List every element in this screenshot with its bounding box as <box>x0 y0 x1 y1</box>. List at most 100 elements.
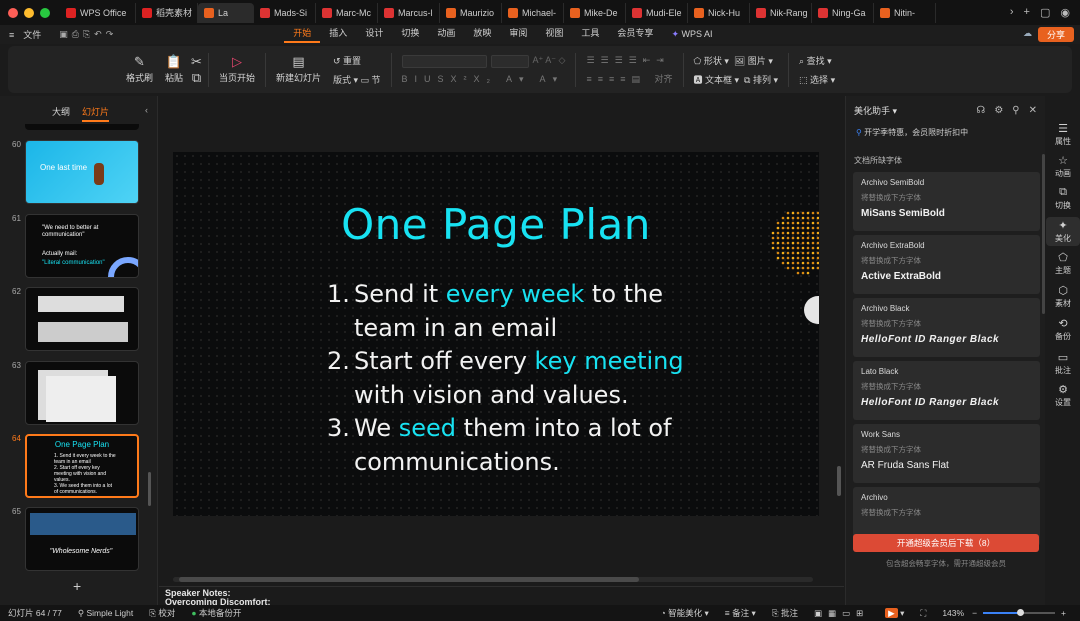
notes-toggle-button[interactable]: ≡ 备注 ▾ <box>717 607 764 619</box>
panel-scrollbar[interactable] <box>1042 154 1045 314</box>
font-family-select[interactable] <box>401 54 487 68</box>
menu-4[interactable]: 动画 <box>428 26 464 43</box>
maximize-window-button[interactable] <box>40 7 50 18</box>
slide-thumbnail-59-edge[interactable] <box>25 124 139 130</box>
speaker-notes[interactable]: Speaker Notes: Overcoming Discomfort: <box>159 586 844 606</box>
zoom-out-button[interactable]: − <box>972 608 977 618</box>
font-replacement-card[interactable]: Work Sans 将替换成下方字体 AR Fruda Sans Flat <box>853 424 1040 483</box>
tab-11[interactable]: Nik-Rang <box>750 2 812 23</box>
slide-body-list[interactable]: 1. Send it every week to the team in an e… <box>327 278 707 479</box>
sidebar-item-2[interactable]: ⧉ 切换 <box>1046 184 1080 213</box>
scroll-thumb[interactable] <box>179 577 639 582</box>
proofread-button[interactable]: ⎘ 校对 <box>141 607 183 619</box>
tab-0[interactable]: WPS Office <box>60 2 136 23</box>
tab-8[interactable]: Mike-De <box>564 2 626 23</box>
gear-icon[interactable]: ⚙ <box>994 105 1003 116</box>
zoom-in-button[interactable]: + <box>1061 608 1080 618</box>
layout-button[interactable]: 版式 ▾ ▭ 节 <box>333 73 381 86</box>
sidebar-item-1[interactable]: ☆ 动画 <box>1046 152 1080 181</box>
horizontal-scrollbar[interactable] <box>173 577 813 582</box>
tab-3[interactable]: Mads-Si <box>254 2 316 23</box>
tab-scroll-right-icon[interactable]: › <box>1010 6 1014 19</box>
avatar[interactable]: ◉ <box>1060 6 1070 19</box>
tab-2[interactable]: La <box>198 2 254 23</box>
menu-6[interactable]: 审阅 <box>500 26 536 43</box>
zoom-handle[interactable] <box>1017 609 1025 616</box>
reset-button[interactable]: ↺ 重置 <box>333 54 381 67</box>
list-buttons[interactable]: ☰☰☰☰⇤⇥ <box>586 55 672 66</box>
sidebar-item-6[interactable]: ⟲ 备份 <box>1046 315 1080 344</box>
slideshow-button[interactable]: ▶ ▾ <box>877 607 912 619</box>
sidebar-item-5[interactable]: ⬡ 素材 <box>1046 282 1080 311</box>
thumbnail-scrollbar[interactable] <box>148 472 151 506</box>
new-slide-button[interactable]: ▤ 新建幻灯片 <box>270 50 327 90</box>
font-replacement-card[interactable]: Archivo SemiBold 将替换成下方字体 MiSans SemiBold <box>853 172 1040 231</box>
backup-status[interactable]: ● 本地备份开 <box>183 607 249 619</box>
share-button[interactable]: 分享 <box>1038 27 1074 42</box>
font-grow-icon[interactable]: A⁺ A⁻ ◇ <box>533 55 566 68</box>
slide-thumbnail-64[interactable]: One Page Plan 1. Send it every week to t… <box>25 434 139 498</box>
font-replacement-card[interactable]: Archivo ExtraBold 将替换成下方字体 Active ExtraBol… <box>853 235 1040 294</box>
collapse-panel-icon[interactable]: ‹ <box>145 105 148 122</box>
slide-thumbnail-65[interactable]: "Wholesome Nerds" <box>25 507 139 571</box>
pin-icon[interactable]: ⚲ <box>1012 105 1019 116</box>
tab-13[interactable]: Nitin- <box>874 2 936 23</box>
tab-1[interactable]: 稻壳素材 <box>136 2 198 23</box>
vertical-scrollbar[interactable] <box>837 466 841 496</box>
download-fonts-button[interactable]: 开通超级会员后下载（8） <box>853 534 1039 552</box>
textbox-button[interactable]: 🅰 文本框 ▾ ⧉ 排列 ▾ <box>694 73 779 86</box>
slide-thumbnail-62[interactable] <box>25 287 139 351</box>
menu-file[interactable]: 文件 <box>23 28 50 41</box>
paste-button[interactable]: 📋 粘贴 <box>159 50 189 90</box>
menu-8[interactable]: 工具 <box>572 26 608 43</box>
select-button[interactable]: ⬚ 选择 ▾ <box>799 73 835 86</box>
theme-indicator[interactable]: ⚲ Simple Light <box>70 608 141 619</box>
format-painter-button[interactable]: ✎ 格式刷 <box>120 50 159 90</box>
new-tab-icon[interactable]: + <box>1024 6 1030 19</box>
tab-10[interactable]: Nick-Hu <box>688 2 750 23</box>
tab-5[interactable]: Marcus-l <box>378 2 440 23</box>
panel-title[interactable]: 美化助手 ▾ <box>854 104 897 117</box>
font-replacement-card[interactable]: Lato Black 将替换成下方字体 HelloFont ID Ranger Bl… <box>853 361 1040 420</box>
font-replacement-card[interactable]: Archivo Black 将替换成下方字体 HelloFont ID Ranger… <box>853 298 1040 357</box>
view-mode-buttons[interactable]: ▣▦▭⊞ <box>806 608 877 619</box>
sidebar-item-7[interactable]: ▭ 批注 <box>1046 349 1080 378</box>
tab-12[interactable]: Ning-Ga <box>812 2 874 23</box>
menu-0[interactable]: 开始 <box>284 26 321 43</box>
font-size-select[interactable] <box>490 54 529 68</box>
tab-7[interactable]: Michael- <box>502 2 564 23</box>
menu-7[interactable]: 视图 <box>536 26 572 43</box>
zoom-level[interactable]: 143% <box>934 608 972 618</box>
cloud-icon[interactable]: ☁ <box>1023 28 1032 39</box>
smart-beautify-button[interactable]: ◔ 智能美化 ▾ <box>653 607 717 619</box>
font-style-buttons[interactable]: BIUSX²X₂ A▾ A▾ <box>402 74 566 85</box>
play-from-current-button[interactable]: ▷ 当页开始 <box>213 50 261 90</box>
close-icon[interactable]: ✕ <box>1029 105 1037 116</box>
slide-thumbnail-60[interactable]: One last time <box>25 140 139 204</box>
slide-thumbnail-63[interactable] <box>25 361 139 425</box>
quick-access-icons[interactable]: ▣⎙⎘↶↷ <box>50 29 126 40</box>
tab-slides[interactable]: 幻灯片 <box>82 105 110 122</box>
fit-window-icon[interactable]: ⛶ <box>912 608 934 619</box>
sidebar-item-3[interactable]: ✦ 美化 <box>1046 217 1080 246</box>
menu-1[interactable]: 插入 <box>320 26 356 43</box>
menu-5[interactable]: 放映 <box>464 26 500 43</box>
tab-4[interactable]: Marc-Mc <box>316 2 378 23</box>
comments-toggle-button[interactable]: ⎘ 批注 <box>764 607 806 619</box>
cut-copy-buttons[interactable]: ✂ ⧉ <box>189 50 204 90</box>
wps-ai-menu[interactable]: ✦ WPS AI <box>662 29 721 40</box>
slide-thumbnail-61[interactable]: "We need to better at communication" Act… <box>25 214 139 278</box>
tab-outline[interactable]: 大纲 <box>52 105 70 122</box>
sidebar-item-8[interactable]: ⚙ 设置 <box>1046 381 1080 410</box>
find-button[interactable]: ⌕ 查找 ▾ <box>799 54 835 67</box>
sidebar-item-0[interactable]: ☰ 属性 <box>1046 120 1080 149</box>
headset-icon[interactable]: ☊ <box>976 105 985 116</box>
sidebar-item-4[interactable]: ⬠ 主题 <box>1046 249 1080 278</box>
tab-9[interactable]: Mudi-Ele <box>626 2 688 23</box>
close-window-button[interactable] <box>8 7 18 18</box>
menu-2[interactable]: 设计 <box>356 26 392 43</box>
slide-title[interactable]: One Page Plan <box>173 200 819 249</box>
minimize-window-button[interactable] <box>24 7 34 18</box>
align-buttons[interactable]: ≡≡≡≡▤ 对齐 <box>586 72 672 85</box>
add-slide-button[interactable]: + <box>73 578 81 594</box>
